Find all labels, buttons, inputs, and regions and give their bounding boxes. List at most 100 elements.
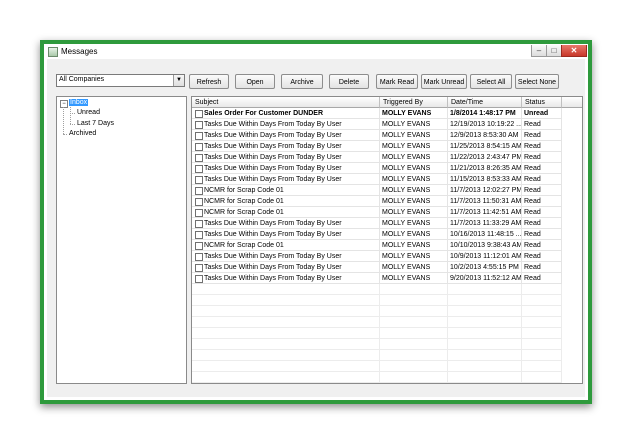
cell-by: MOLLY EVANS [380, 163, 448, 174]
cell-subject: Tasks Due Within Days From Today By User [204, 165, 342, 172]
empty-cell [448, 306, 522, 317]
empty-cell [522, 372, 562, 383]
empty-cell [380, 339, 448, 350]
table-row[interactable]: Tasks Due Within Days From Today By User… [192, 163, 562, 174]
row-checkbox[interactable] [195, 165, 203, 173]
table-row[interactable]: Tasks Due Within Days From Today By User… [192, 130, 562, 141]
column-header-datetime[interactable]: Date/Time [448, 97, 522, 108]
maximize-icon[interactable]: □ [546, 45, 562, 57]
table-row[interactable]: Sales Order For Customer DUNDER MOLLY EVA… [192, 108, 562, 119]
column-header-status[interactable]: Status [522, 97, 562, 108]
row-checkbox[interactable] [195, 121, 203, 129]
tree-item-last-7-days[interactable]: Last 7 Days [77, 120, 114, 127]
column-header-triggered-by[interactable]: Triggered By [380, 97, 448, 108]
row-checkbox[interactable] [195, 231, 203, 239]
table-row[interactable]: Tasks Due Within Days From Today By User… [192, 119, 562, 130]
open-button[interactable]: Open [235, 74, 275, 89]
empty-cell [522, 339, 562, 350]
mark-read-button[interactable]: Mark Read [376, 74, 418, 89]
table-row[interactable]: NCMR for Scrap Code 01 MOLLY EVANS 10/10/2… [192, 240, 562, 251]
tree-item-archived[interactable]: Archived [69, 130, 96, 137]
company-filter-select[interactable]: All Companies ▼ [56, 74, 185, 87]
title-bar[interactable]: Messages – □ ✕ [44, 44, 588, 59]
row-checkbox[interactable] [195, 143, 203, 151]
table-row[interactable]: Tasks Due Within Days From Today By User… [192, 273, 562, 284]
table-row[interactable]: Tasks Due Within Days From Today By User… [192, 152, 562, 163]
cell-subject: Tasks Due Within Days From Today By User [204, 121, 342, 128]
cell-subject: Tasks Due Within Days From Today By User [204, 275, 342, 282]
cell-subject-container: NCMR for Scrap Code 01 [192, 196, 380, 207]
table-row[interactable]: Tasks Due Within Days From Today By User… [192, 251, 562, 262]
cell-date: 12/9/2013 8:53:30 AM [448, 130, 522, 141]
cell-subject-container: Tasks Due Within Days From Today By User [192, 273, 380, 284]
cell-subject: Tasks Due Within Days From Today By User [204, 231, 342, 238]
row-checkbox[interactable] [195, 220, 203, 228]
cell-date: 11/7/2013 11:42:51 AM [448, 207, 522, 218]
minimize-icon[interactable]: – [531, 45, 546, 57]
cell-status: Read [522, 196, 562, 207]
row-checkbox[interactable] [195, 176, 203, 184]
delete-button[interactable]: Delete [329, 74, 369, 89]
empty-row [192, 284, 562, 295]
mark-unread-button[interactable]: Mark Unread [421, 74, 467, 89]
row-checkbox[interactable] [195, 253, 203, 261]
row-checkbox[interactable] [195, 275, 203, 283]
select-none-button[interactable]: Select None [515, 74, 559, 89]
empty-cell [380, 372, 448, 383]
row-checkbox[interactable] [195, 187, 203, 195]
cell-subject: NCMR for Scrap Code 01 [204, 209, 284, 216]
table-row[interactable]: Tasks Due Within Days From Today By User… [192, 218, 562, 229]
row-checkbox[interactable] [195, 110, 203, 118]
empty-cell [192, 350, 380, 361]
folder-tree[interactable]: − Inbox Unread Last 7 Days Archived [56, 96, 187, 384]
green-frame: Messages – □ ✕ All Companies ▼ Refresh O… [40, 40, 592, 404]
empty-cell [192, 306, 380, 317]
empty-cell [448, 284, 522, 295]
table-row[interactable]: Tasks Due Within Days From Today By User… [192, 229, 562, 240]
column-header-subject[interactable]: Subject [192, 97, 380, 108]
messages-grid[interactable]: Subject Triggered By Date/Time Status Sa… [191, 96, 583, 384]
table-row[interactable]: Tasks Due Within Days From Today By User… [192, 262, 562, 273]
empty-cell [380, 317, 448, 328]
chevron-down-icon[interactable]: ▼ [173, 75, 184, 86]
empty-cell [448, 295, 522, 306]
empty-cell [522, 295, 562, 306]
empty-cell [522, 361, 562, 372]
row-checkbox[interactable] [195, 198, 203, 206]
cell-date: 11/21/2013 8:26:35 AM [448, 163, 522, 174]
tree-item-inbox[interactable]: Inbox [69, 99, 89, 106]
tree-line [70, 107, 71, 124]
row-checkbox[interactable] [195, 154, 203, 162]
tree-line [70, 113, 75, 114]
row-checkbox[interactable] [195, 264, 203, 272]
table-row[interactable]: Tasks Due Within Days From Today By User… [192, 174, 562, 185]
cell-by: MOLLY EVANS [380, 152, 448, 163]
cell-subject: NCMR for Scrap Code 01 [204, 198, 284, 205]
archive-button[interactable]: Archive [281, 74, 323, 89]
table-row[interactable]: NCMR for Scrap Code 01 MOLLY EVANS 11/7/20… [192, 207, 562, 218]
row-checkbox[interactable] [195, 209, 203, 217]
select-all-button[interactable]: Select All [470, 74, 512, 89]
cell-status: Read [522, 163, 562, 174]
cell-status: Read [522, 119, 562, 130]
cell-date: 1/8/2014 1:48:17 PM [448, 108, 522, 119]
collapse-icon[interactable]: − [60, 100, 68, 108]
table-row[interactable]: NCMR for Scrap Code 01 MOLLY EVANS 11/7/20… [192, 185, 562, 196]
cell-subject: Tasks Due Within Days From Today By User [204, 264, 342, 271]
tree-item-unread[interactable]: Unread [77, 109, 100, 116]
table-row[interactable]: NCMR for Scrap Code 01 MOLLY EVANS 11/7/20… [192, 196, 562, 207]
cell-date: 10/10/2013 9:38:43 AM [448, 240, 522, 251]
refresh-button[interactable]: Refresh [189, 74, 229, 89]
cell-by: MOLLY EVANS [380, 251, 448, 262]
close-icon[interactable]: ✕ [561, 45, 587, 57]
empty-cell [192, 328, 380, 339]
empty-row [192, 295, 562, 306]
cell-subject-container: Tasks Due Within Days From Today By User [192, 119, 380, 130]
row-checkbox[interactable] [195, 242, 203, 250]
empty-row [192, 306, 562, 317]
empty-cell [448, 328, 522, 339]
cell-subject-container: NCMR for Scrap Code 01 [192, 240, 380, 251]
table-row[interactable]: Tasks Due Within Days From Today By User… [192, 141, 562, 152]
cell-subject-container: Tasks Due Within Days From Today By User [192, 251, 380, 262]
row-checkbox[interactable] [195, 132, 203, 140]
